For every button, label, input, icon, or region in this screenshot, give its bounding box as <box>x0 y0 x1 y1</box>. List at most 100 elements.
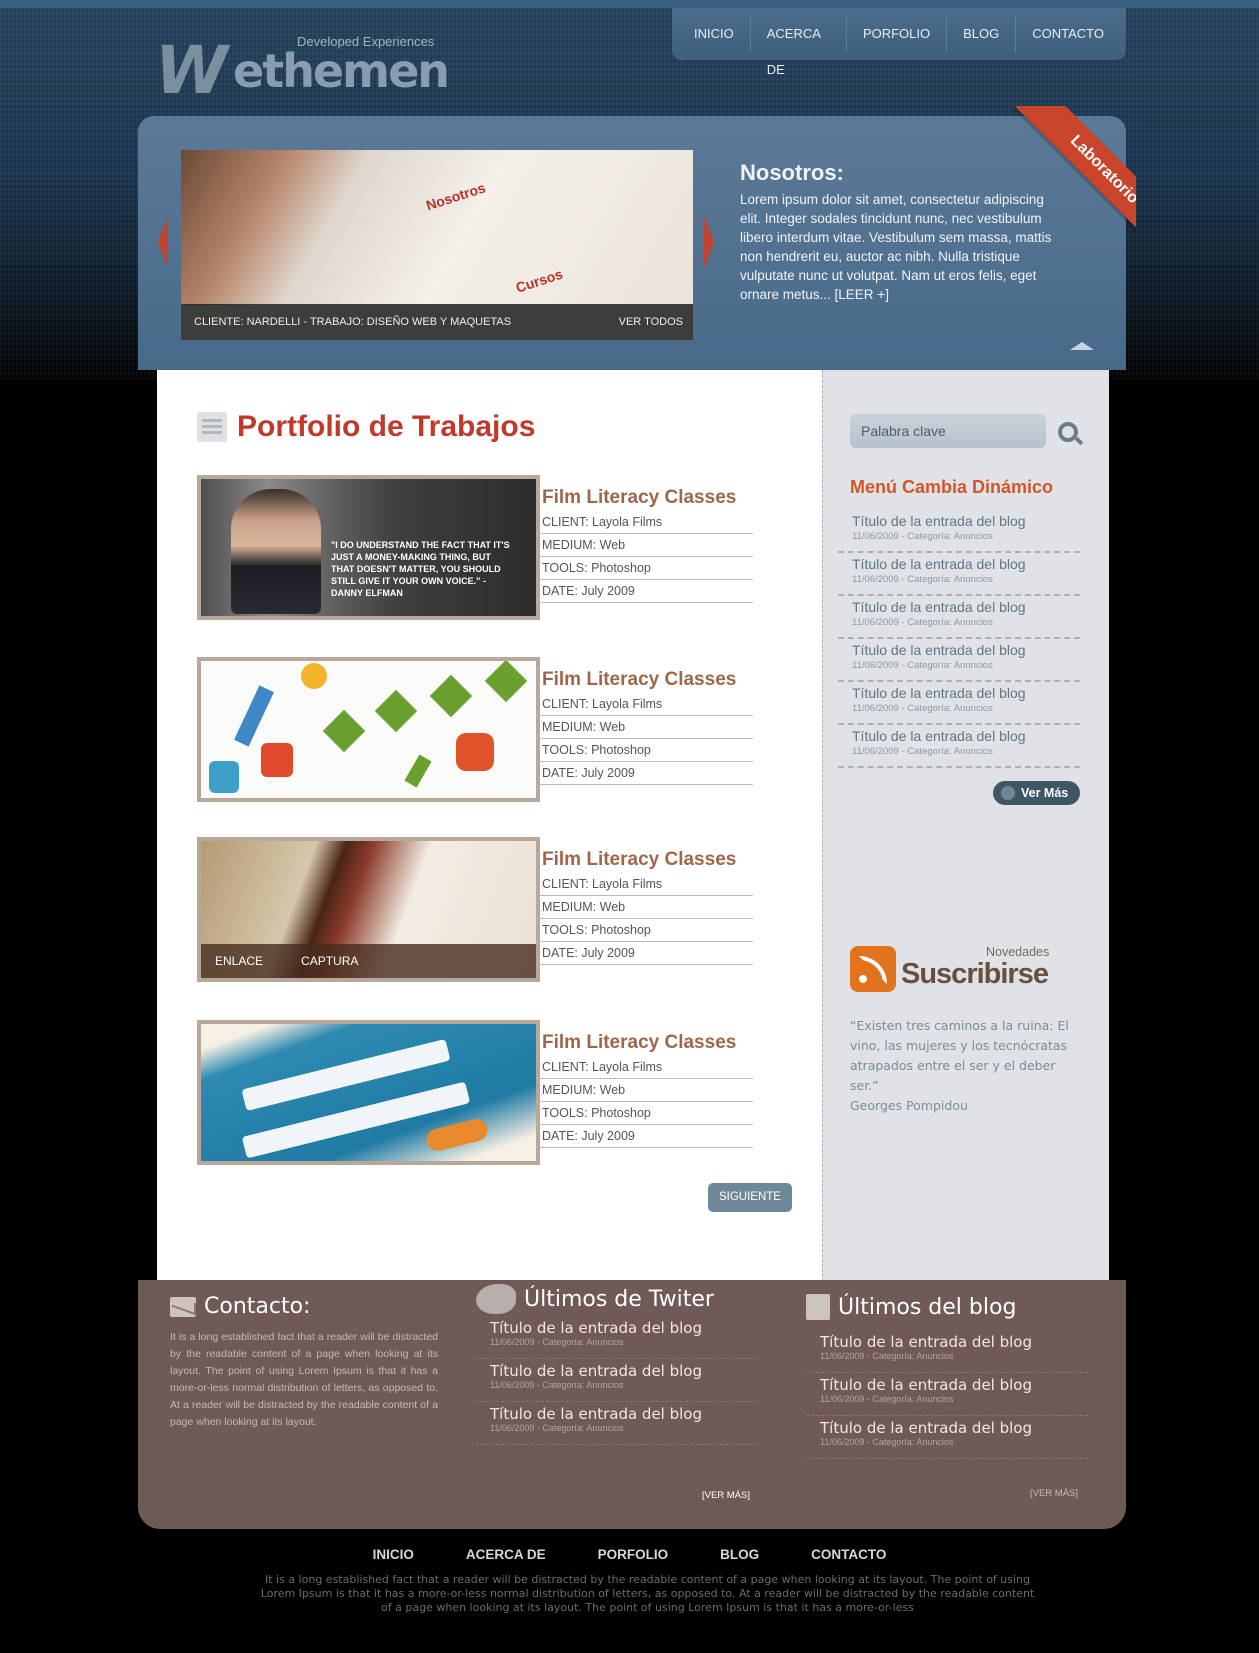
portfolio-item-title[interactable]: Film Literacy Classes <box>537 669 753 691</box>
ribbon-wrap: Laboratorio <box>976 106 1136 266</box>
list-item[interactable]: Título de la entrada del blog 11/06/2009 … <box>476 1402 758 1445</box>
portfolio-header: Portfolio de Trabajos <box>197 410 535 444</box>
date-field: DATE: July 2009 <box>537 942 753 965</box>
list-item-title[interactable]: Título de la entrada del blog <box>490 1405 758 1423</box>
portfolio-title: Portfolio de Trabajos <box>237 410 536 443</box>
list-item[interactable]: Título de la entrada del blog 11/06/2009 … <box>806 1373 1088 1416</box>
portfolio-item-title[interactable]: Film Literacy Classes <box>537 1032 753 1054</box>
portfolio-thumb[interactable] <box>197 1020 540 1165</box>
main-nav: INICIO ACERCA DE PORFOLIO BLOG CONTACTO <box>672 8 1126 77</box>
portfolio-item-title[interactable]: Film Literacy Classes <box>537 849 753 871</box>
blog-more-link[interactable]: [VER MÁS] <box>1030 1488 1078 1499</box>
portfolio-item: Film Literacy Classes CLIENT: Layola Fil… <box>197 1020 797 1166</box>
footer-nav-blog[interactable]: BLOG <box>720 1547 759 1562</box>
list-item[interactable]: Título de la entrada del blog 11/06/2009 … <box>806 1416 1088 1459</box>
client-field: CLIENT: Layola Films <box>537 1056 753 1079</box>
sidebar-menu-title: Menú Cambia Dinámico <box>850 477 1054 497</box>
list-item-title[interactable]: Título de la entrada del blog <box>852 599 1080 615</box>
logo-tagline: Developed Experiences <box>297 34 435 49</box>
nav-porfolio[interactable]: PORFOLIO <box>847 16 948 52</box>
list-item-title[interactable]: Título de la entrada del blog <box>852 513 1080 529</box>
slide-caption: CLIENTE: NARDELLI - TRABAJO: DISEÑO WEB … <box>181 304 693 340</box>
quote-author: Georges Pompidou <box>850 1098 968 1113</box>
portfolio-item-title[interactable]: Film Literacy Classes <box>537 487 753 509</box>
arrow-icon <box>484 661 528 703</box>
slide-doc-title: Nosotros <box>423 179 488 214</box>
next-button[interactable]: SIGUIENTE <box>708 1183 792 1212</box>
list-item[interactable]: Título de la entrada del blog 11/06/2009 … <box>838 725 1080 768</box>
list-item-meta: 11/06/2009 - Categoría: Anuncios <box>820 1394 954 1404</box>
search-input[interactable]: Palabra clave <box>850 414 1046 448</box>
logo[interactable]: W ethemen Developed Experiences <box>155 28 450 109</box>
bulb-icon <box>301 663 327 689</box>
list-item-meta: 11/06/2009 - Categoría: Anuncios <box>852 660 993 671</box>
list-item-title[interactable]: Título de la entrada del blog <box>852 685 1080 701</box>
date-field: DATE: July 2009 <box>537 762 753 785</box>
collapse-arrow-icon[interactable] <box>1070 342 1094 350</box>
see-more-button[interactable]: Ver Más <box>993 781 1080 805</box>
slide-frame: Nosotros Cursos CLIENTE: NARDELLI - TRAB… <box>181 150 693 340</box>
capture-button[interactable]: CAPTURA <box>301 954 358 968</box>
portfolio-thumb[interactable]: "I DO UNDERSTAND THE FACT THAT IT'S JUST… <box>197 475 540 620</box>
portfolio-thumb[interactable] <box>197 657 540 802</box>
portfolio-thumb[interactable]: ENLACE CAPTURA <box>197 837 540 982</box>
check-icon <box>404 754 432 788</box>
check-shield-icon <box>209 761 239 793</box>
medium-field: MEDIUM: Web <box>537 534 753 557</box>
list-item[interactable]: Título de la entrada del blog 11/06/2009 … <box>838 682 1080 725</box>
list-item-meta: 11/06/2009 - Categoría: Anuncios <box>490 1337 624 1347</box>
rss-icon[interactable] <box>850 946 896 992</box>
client-field: CLIENT: Layola Films <box>537 693 753 716</box>
link-button[interactable]: ENLACE <box>215 954 263 968</box>
logo-text: ethemen <box>233 44 450 98</box>
footer-nav-porfolio[interactable]: PORFOLIO <box>598 1547 669 1562</box>
list-item-title[interactable]: Título de la entrada del blog <box>820 1376 1088 1394</box>
list-item-title[interactable]: Título de la entrada del blog <box>852 642 1080 658</box>
list-item-meta: 11/06/2009 - Categoría: Anuncios <box>852 703 993 714</box>
footer-nav-contacto[interactable]: CONTACTO <box>811 1547 886 1562</box>
footer-nav-inicio[interactable]: INICIO <box>373 1547 414 1562</box>
list-item-title[interactable]: Título de la entrada del blog <box>490 1319 758 1337</box>
list-item-meta: 11/06/2009 - Categoría: Anuncios <box>820 1437 954 1447</box>
sidebar-menu-list: Título de la entrada del blog 11/06/2009 … <box>838 510 1080 768</box>
footer-nav-acerca-de[interactable]: ACERCA DE <box>466 1547 546 1562</box>
view-all-link[interactable]: VER TODOS <box>619 316 683 328</box>
nav-contacto[interactable]: CONTACTO <box>1016 16 1120 52</box>
subscribe-link[interactable]: Suscribirse <box>901 958 1049 991</box>
laboratorio-ribbon[interactable]: Laboratorio <box>1013 106 1136 261</box>
nav-inicio[interactable]: INICIO <box>678 16 751 52</box>
list-icon <box>197 412 227 442</box>
list-item-title[interactable]: Título de la entrada del blog <box>852 556 1080 572</box>
nav-blog[interactable]: BLOG <box>947 16 1017 52</box>
list-item-title[interactable]: Título de la entrada del blog <box>820 1419 1088 1437</box>
portfolio-item: ENLACE CAPTURA Film Literacy Classes CLI… <box>197 837 797 983</box>
twitter-column: Últimos de Twiter Título de la entrada d… <box>476 1284 758 1445</box>
blog-column: Últimos del blog Título de la entrada de… <box>806 1294 1088 1459</box>
list-item[interactable]: Título de la entrada del blog 11/06/2009 … <box>838 553 1080 596</box>
list-item-title[interactable]: Título de la entrada del blog <box>820 1333 1088 1351</box>
list-item[interactable]: Título de la entrada del blog 11/06/2009 … <box>476 1316 758 1359</box>
date-field: DATE: July 2009 <box>537 580 753 603</box>
list-item[interactable]: Título de la entrada del blog 11/06/2009 … <box>838 596 1080 639</box>
news-label: Novedades <box>986 945 1050 959</box>
enter-button-image <box>424 1116 490 1154</box>
list-item-title[interactable]: Título de la entrada del blog <box>490 1362 758 1380</box>
list-item-meta: 11/06/2009 - Categoría: Anuncios <box>490 1380 624 1390</box>
portfolio-info: Film Literacy Classes CLIENT: Layola Fil… <box>537 487 753 603</box>
list-item[interactable]: Título de la entrada del blog 11/06/2009 … <box>806 1330 1088 1373</box>
search-icon[interactable] <box>1058 422 1078 442</box>
medium-field: MEDIUM: Web <box>537 896 753 919</box>
slider-prev-arrow-icon[interactable] <box>158 216 168 268</box>
arrow-icon <box>429 674 473 718</box>
nav-acerca-de[interactable]: ACERCA DE <box>751 16 847 77</box>
tools-field: TOOLS: Photoshop <box>537 1102 753 1125</box>
list-item[interactable]: Título de la entrada del blog 11/06/2009 … <box>838 510 1080 553</box>
list-item[interactable]: Título de la entrada del blog 11/06/2009 … <box>476 1359 758 1402</box>
list-item-title[interactable]: Título de la entrada del blog <box>852 728 1080 744</box>
logo-letter: W <box>155 32 228 109</box>
twitter-more-link[interactable]: [VER MÁS] <box>702 1490 750 1501</box>
medium-field: MEDIUM: Web <box>537 1079 753 1102</box>
slider-next-arrow-icon[interactable] <box>704 216 714 268</box>
bird-icon <box>476 1284 516 1314</box>
list-item[interactable]: Título de la entrada del blog 11/06/2009 … <box>838 639 1080 682</box>
